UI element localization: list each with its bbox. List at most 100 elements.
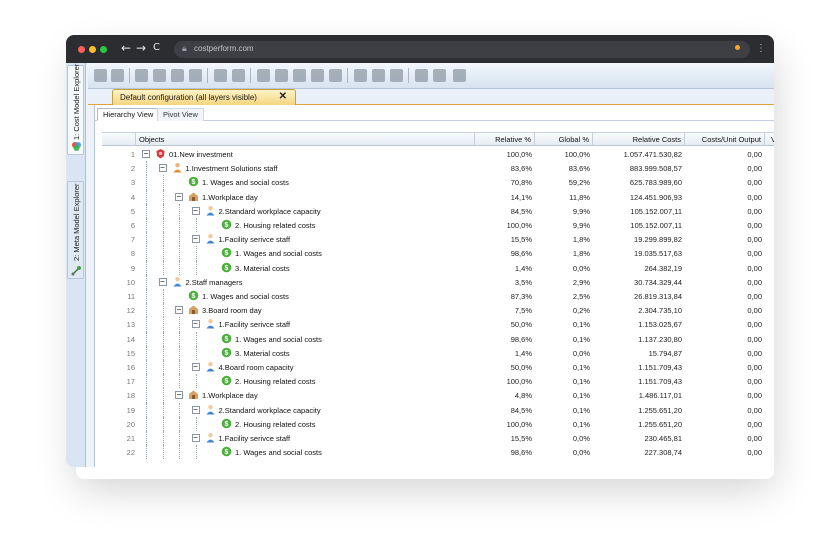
filter-clear-icon[interactable] — [372, 69, 385, 82]
object-label[interactable]: 1. Wages and social costs — [235, 249, 322, 258]
funnel-icon[interactable] — [415, 69, 428, 82]
table-row[interactable]: 8 $1. Wages and social costs 98,6% 1,8% 19.0… — [102, 246, 774, 261]
object-label[interactable]: 1.Workplace day — [202, 391, 258, 400]
address-bar[interactable]: 🔒︎ costperform.com — [174, 41, 750, 58]
move-up-icon[interactable] — [257, 69, 270, 82]
object-label[interactable]: 1.Facility serivce staff — [219, 434, 291, 443]
table-row[interactable]: 4 − 1.Workplace day 14,1% 11,8% 124.451.906,9… — [102, 189, 774, 204]
collapse-toggle-icon[interactable]: − — [191, 405, 200, 414]
back-icon[interactable]: ← — [121, 41, 131, 55]
collapse-toggle-icon[interactable]: − — [175, 306, 183, 315]
object-label[interactable]: 2.Standard workplace capacity — [219, 406, 321, 415]
table-row[interactable]: 18 − 1.Workplace day 4,8% 0,1% 1.486.117,01 0,… — [102, 388, 774, 403]
table-row[interactable]: 22 $1. Wages and social costs 98,6% 0,0% 227… — [102, 445, 774, 460]
tab-pivot-view[interactable]: Pivot View — [157, 108, 204, 121]
collapse-toggle-icon[interactable]: − — [191, 363, 200, 371]
collapse-toggle-icon[interactable]: − — [158, 277, 167, 286]
close-window-dot[interactable] — [78, 46, 85, 53]
costs-per-unit-cell: 0,00 — [747, 221, 762, 230]
object-label[interactable]: 2.Staff managers — [186, 278, 243, 287]
column-header-volume[interactable]: Vo — [765, 133, 774, 146]
table-row[interactable]: 7 − 1.Facility serivce staff 15,5% 1,8% 19.29… — [102, 232, 774, 247]
indent-icon[interactable] — [293, 69, 306, 82]
table-row[interactable]: 10 − 2.Staff managers 3,5% 2,9% 30.734.329,44… — [102, 274, 774, 289]
tree-guide-line — [146, 445, 147, 460]
object-label[interactable]: 1.Workplace day — [202, 193, 258, 202]
column-header-objects[interactable]: Objects — [136, 133, 475, 146]
copy-icon[interactable] — [135, 69, 148, 82]
column-header-relative-percent[interactable]: Relative % — [475, 133, 535, 146]
collapse-toggle-icon[interactable]: − — [191, 206, 200, 215]
export-icon[interactable] — [232, 69, 245, 82]
object-label[interactable]: 3. Material costs — [235, 349, 290, 358]
refresh-icon[interactable] — [153, 69, 166, 82]
object-label[interactable]: 2. Housing related costs — [235, 420, 315, 429]
table-row[interactable]: 15 $3. Material costs 1,4% 0,0% 15.794,87 0,0… — [102, 345, 774, 360]
table-row[interactable]: 11 $1. Wages and social costs 87,3% 2,5% 26.… — [102, 289, 774, 304]
home-icon[interactable] — [453, 69, 466, 82]
object-label[interactable]: 1. Wages and social costs — [235, 335, 322, 344]
object-label[interactable]: 01.New investment — [169, 150, 233, 159]
table-row[interactable]: 12 − 3.Board room day 7,5% 0,2% 2.304.735,10 0… — [102, 303, 774, 318]
object-label[interactable]: 1. Wages and social costs — [235, 448, 322, 457]
tab-default-configuration[interactable]: Default configuration (all layers visibl… — [112, 89, 296, 105]
table-row[interactable]: 16 − 4.Board room capacity 50,0% 0,1% 1.151.7… — [102, 360, 774, 375]
collapse-toggle-icon[interactable]: − — [191, 235, 200, 244]
object-label[interactable]: 3.Board room day — [202, 306, 262, 315]
print-icon[interactable] — [214, 69, 227, 82]
object-label[interactable]: 1.Investment Solutions staff — [186, 164, 278, 173]
table-row[interactable]: 3 $1. Wages and social costs 70,8% 59,2% 625… — [102, 175, 774, 190]
object-label[interactable]: 1. Wages and social costs — [202, 178, 289, 187]
table-row[interactable]: 1− 01.New investment 100,0% 100,0% 1.057.471… — [102, 147, 774, 161]
collapse-toggle-icon[interactable]: − — [158, 164, 167, 173]
outdent-icon[interactable] — [311, 69, 324, 82]
paste-icon[interactable] — [171, 69, 184, 82]
tab-cost-model-explorer[interactable]: 1: Cost Model Explorer — [67, 64, 84, 155]
minimize-window-dot[interactable] — [89, 46, 96, 53]
reload-icon[interactable]: C — [153, 42, 160, 53]
object-label[interactable]: 1. Wages and social costs — [202, 292, 289, 301]
object-label[interactable]: 4.Board room capacity — [219, 363, 294, 372]
layers-icon[interactable] — [390, 69, 403, 82]
object-label[interactable]: 3. Material costs — [235, 264, 290, 273]
table-row[interactable]: 5 − 2.Standard workplace capacity 84,5% 9,9%… — [102, 203, 774, 218]
object-label[interactable]: 2. Housing related costs — [235, 377, 315, 386]
table-row[interactable]: 14 $1. Wages and social costs 98,6% 0,1% 1.1… — [102, 331, 774, 346]
link-icon[interactable] — [329, 69, 342, 82]
cost-icon: $ — [188, 290, 199, 301]
object-label[interactable]: 2.Standard workplace capacity — [219, 207, 321, 216]
tab-meta-model-explorer[interactable]: 2: Meta Model Explorer — [67, 181, 84, 279]
filter-icon[interactable] — [354, 69, 367, 82]
extension-icon[interactable] — [735, 45, 740, 50]
move-down-icon[interactable] — [275, 69, 288, 82]
table-row[interactable]: 17 $2. Housing related costs 100,0% 0,1% 1.1… — [102, 374, 774, 389]
browser-menu-icon[interactable]: ⋮ — [756, 43, 766, 54]
tree-guide-line — [179, 331, 180, 346]
column-header-global-percent[interactable]: Global % — [535, 133, 593, 146]
collapse-toggle-icon[interactable]: − — [175, 192, 183, 201]
object-label[interactable]: 1.Facility serivce staff — [219, 235, 291, 244]
collapse-toggle-icon[interactable]: − — [142, 150, 150, 158]
forward-icon[interactable]: → — [136, 41, 146, 55]
object-label[interactable]: 1.Facility serivce staff — [219, 320, 291, 329]
collapse-toggle-icon[interactable]: − — [191, 434, 200, 442]
maximize-window-dot[interactable] — [100, 46, 107, 53]
column-header-costs-per-unit[interactable]: Costs/Unit Output — [685, 133, 765, 146]
funnel-remove-icon[interactable] — [433, 69, 446, 82]
collapse-toggle-icon[interactable]: − — [191, 320, 200, 329]
tab-hierarchy-view[interactable]: Hierarchy View — [97, 108, 160, 121]
table-row[interactable]: 13 − 1.Facility serivce staff 50,0% 0,1% 1.15… — [102, 317, 774, 332]
table-row[interactable]: 21 − 1.Facility serivce staff 15,5% 0,0% 230.… — [102, 431, 774, 446]
cut-icon[interactable] — [189, 69, 202, 82]
table-row[interactable]: 19 − 2.Standard workplace capacity 84,5% 0,1… — [102, 402, 774, 417]
close-icon[interactable]: ✕ — [279, 91, 287, 102]
table-row[interactable]: 9 $3. Material costs 1,4% 0,0% 264.382,19 0,0… — [102, 260, 774, 275]
table-row[interactable]: 6 $2. Housing related costs 100,0% 9,9% 105.… — [102, 218, 774, 233]
collapse-toggle-icon[interactable]: − — [175, 391, 183, 400]
table-row[interactable]: 20 $2. Housing related costs 100,0% 0,1% 1.2… — [102, 416, 774, 431]
open-icon[interactable] — [111, 69, 124, 82]
new-icon[interactable] — [94, 69, 107, 82]
object-label[interactable]: 2. Housing related costs — [235, 221, 315, 230]
column-header-relative-costs[interactable]: Relative Costs — [593, 133, 685, 146]
table-row[interactable]: 2 − 1.Investment Solutions staff 83,6% 83,6%… — [102, 161, 774, 176]
